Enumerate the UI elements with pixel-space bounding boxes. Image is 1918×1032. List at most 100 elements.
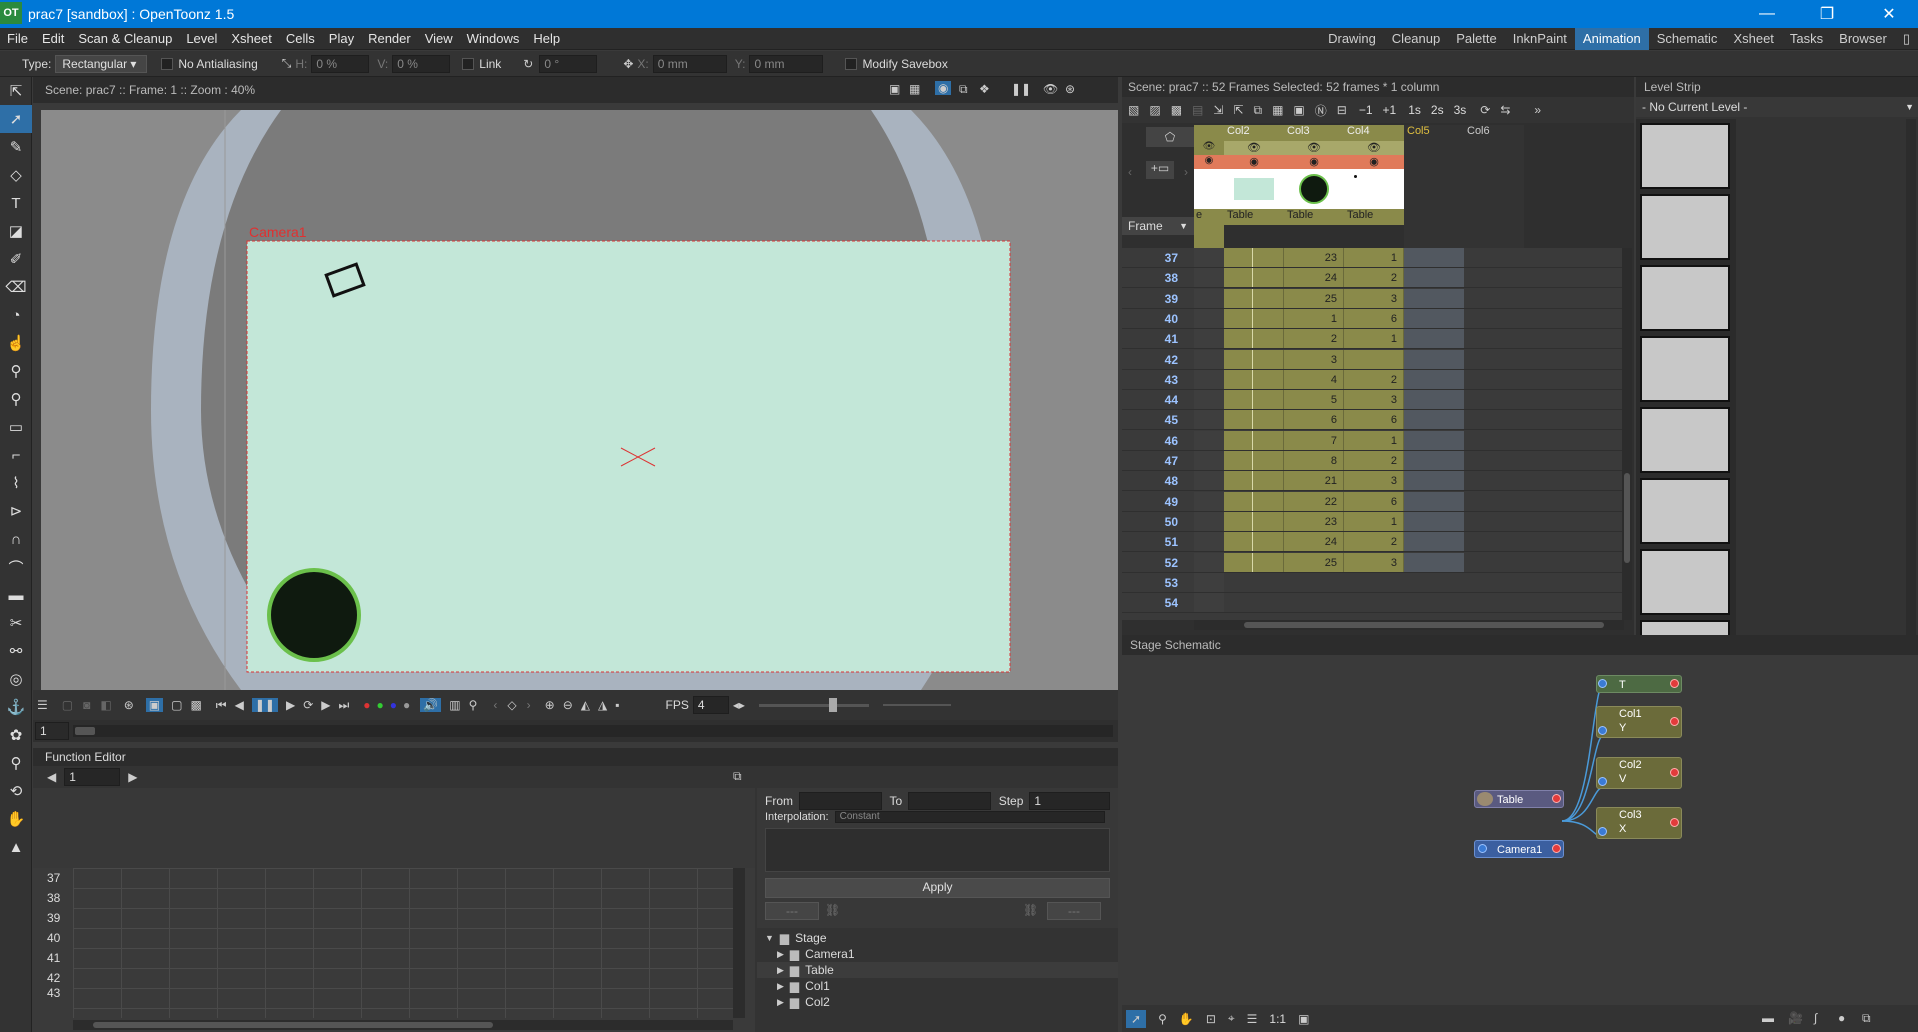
flip-v-icon[interactable]: ◮ bbox=[598, 698, 607, 712]
focus-current-icon[interactable]: ⌖ bbox=[1228, 1011, 1235, 1026]
toggle-view-icon[interactable]: ⧉ bbox=[733, 769, 742, 784]
new-toonz-raster-icon[interactable]: ▨ bbox=[1149, 103, 1160, 117]
cell-col5[interactable] bbox=[1404, 248, 1464, 267]
cell-c4[interactable]: 2 bbox=[1344, 451, 1404, 470]
compare-icon[interactable]: ◧ bbox=[100, 698, 111, 712]
cell-c2[interactable] bbox=[1224, 350, 1284, 369]
cell-col1[interactable] bbox=[1194, 289, 1224, 308]
level-strip-frames[interactable] bbox=[1636, 119, 1736, 637]
port-out-icon[interactable] bbox=[1670, 768, 1679, 777]
swing-icon[interactable]: ⇆ bbox=[1500, 103, 1510, 117]
cell-c3[interactable] bbox=[1284, 593, 1344, 612]
duplicate-icon[interactable]: ⧉ bbox=[1254, 103, 1263, 118]
tree-item-camera1[interactable]: ▶ ▆ Camera1 bbox=[757, 946, 1118, 962]
fps-field[interactable]: 4 bbox=[692, 696, 729, 714]
cell-c2[interactable] bbox=[1224, 593, 1284, 612]
port-out-icon[interactable] bbox=[1670, 679, 1679, 688]
key-icon[interactable]: ◇ bbox=[507, 698, 516, 712]
cell-c3[interactable]: 25 bbox=[1284, 553, 1344, 572]
cell-c2[interactable] bbox=[1224, 492, 1284, 511]
cell-col6[interactable] bbox=[1464, 593, 1524, 612]
cell-col6[interactable] bbox=[1464, 289, 1524, 308]
xsheet-row[interactable]: 37 23 1 bbox=[1122, 248, 1622, 268]
cell-col5[interactable] bbox=[1404, 390, 1464, 409]
hscroll-handle[interactable] bbox=[1244, 622, 1604, 628]
cell-col1[interactable] bbox=[1194, 370, 1224, 389]
bender-tool-icon[interactable]: ⌒ bbox=[0, 553, 32, 581]
eraser-tool-icon[interactable]: ⌫ bbox=[0, 273, 32, 301]
cell-c3[interactable]: 7 bbox=[1284, 431, 1344, 450]
control-point-editor-icon[interactable]: ⌐ bbox=[0, 441, 32, 469]
skeleton-tool-icon[interactable]: ⚯ bbox=[0, 637, 32, 665]
reset-view-icon[interactable]: ▪ bbox=[615, 698, 619, 712]
tree-item-col1[interactable]: ▶ ▆ Col1 bbox=[757, 978, 1118, 994]
expand-icon[interactable]: ▶ bbox=[777, 965, 784, 976]
histogram-icon[interactable]: ▥ bbox=[449, 698, 460, 712]
cell-col1[interactable] bbox=[1194, 553, 1224, 572]
function-spreadsheet[interactable]: 37 38 39 40 41 42 43 bbox=[33, 788, 755, 1032]
cell-col6[interactable] bbox=[1464, 309, 1524, 328]
frame-slider[interactable] bbox=[73, 725, 1113, 737]
new-column-icon[interactable]: +▭ bbox=[1146, 161, 1174, 179]
frame-field[interactable]: 1 bbox=[35, 722, 69, 740]
prev-icon[interactable]: ◀ bbox=[47, 770, 56, 784]
port-out-icon[interactable] bbox=[1670, 818, 1679, 827]
restore-icon[interactable]: ❐ bbox=[1804, 0, 1850, 28]
antialias-checkbox[interactable] bbox=[161, 57, 174, 70]
camera-stand-icon[interactable]: ◉ bbox=[935, 81, 952, 95]
blue-channel-icon[interactable]: ● bbox=[390, 698, 397, 712]
cell-col6[interactable] bbox=[1464, 512, 1524, 531]
zoom-out-icon[interactable]: ⊖ bbox=[563, 698, 573, 712]
cell-c2[interactable] bbox=[1224, 471, 1284, 490]
cell-c4[interactable]: 2 bbox=[1344, 370, 1404, 389]
camstand-toggle-icon[interactable]: 👁 bbox=[1284, 141, 1344, 155]
menu-play[interactable]: Play bbox=[322, 28, 361, 50]
cell-col1[interactable] bbox=[1194, 268, 1224, 287]
decrement-button[interactable]: −1 bbox=[1359, 103, 1373, 117]
xsheet-row[interactable]: 42 3 bbox=[1122, 350, 1622, 370]
freeze-icon[interactable]: ❚❚ bbox=[1011, 82, 1031, 96]
cell-c2[interactable] bbox=[1224, 370, 1284, 389]
bg-white-icon[interactable]: ▢ bbox=[171, 698, 182, 712]
level-strip-frame[interactable] bbox=[1640, 407, 1730, 473]
save-level-icon[interactable]: ⇱ bbox=[1233, 103, 1243, 117]
expand-icon[interactable]: ▶ bbox=[777, 981, 784, 992]
cell-c4[interactable]: 3 bbox=[1344, 390, 1404, 409]
cell-col1[interactable] bbox=[1194, 431, 1224, 450]
port-in-icon[interactable] bbox=[1598, 827, 1607, 836]
cell-c4[interactable] bbox=[1344, 573, 1404, 592]
cell-col6[interactable] bbox=[1464, 268, 1524, 287]
clone-icon[interactable]: ▦ bbox=[1272, 103, 1283, 117]
xsheet-row[interactable]: 43 4 2 bbox=[1122, 370, 1622, 390]
room-palette[interactable]: Palette bbox=[1448, 28, 1504, 50]
cell-col1[interactable] bbox=[1194, 390, 1224, 409]
column-header-col5[interactable]: Col5 bbox=[1404, 125, 1464, 255]
increment-button[interactable]: +1 bbox=[1383, 103, 1397, 117]
geometric-tool-icon[interactable]: ◇ bbox=[0, 161, 32, 189]
port-in-icon[interactable] bbox=[1598, 679, 1607, 688]
pinch-tool-icon[interactable]: ⌇ bbox=[0, 469, 32, 497]
next-key-icon[interactable]: › bbox=[527, 698, 531, 712]
modify-savebox-checkbox[interactable] bbox=[845, 57, 858, 70]
cell-c2[interactable] bbox=[1224, 329, 1284, 348]
menu-level[interactable]: Level bbox=[179, 28, 224, 50]
room-schematic[interactable]: Schematic bbox=[1649, 28, 1726, 50]
subcamera-preview-icon[interactable]: ⊛ bbox=[1065, 82, 1075, 96]
cell-c3[interactable]: 24 bbox=[1284, 268, 1344, 287]
column-header-col1-partial[interactable]: 👁 ◉ e bbox=[1194, 125, 1224, 255]
port-out-icon[interactable] bbox=[1552, 844, 1561, 853]
tape-tool-icon[interactable]: ◔ bbox=[0, 301, 32, 329]
cell-col1[interactable] bbox=[1194, 471, 1224, 490]
expand-icon[interactable]: ▶ bbox=[777, 997, 784, 1008]
more-icon[interactable]: » bbox=[1534, 103, 1541, 117]
level-strip-frame[interactable] bbox=[1640, 336, 1730, 402]
menu-edit[interactable]: Edit bbox=[35, 28, 71, 50]
plastic-tool-icon[interactable]: ✿ bbox=[0, 721, 32, 749]
flip-h-icon[interactable]: ◭ bbox=[581, 698, 590, 712]
xsheet-row[interactable]: 44 5 3 bbox=[1122, 390, 1622, 410]
room-browser[interactable]: Browser bbox=[1831, 28, 1895, 50]
prev-key-icon[interactable]: ‹ bbox=[493, 698, 497, 712]
xsheet-cell-area[interactable]: 37 23 1 38 24 2 39 25 3 40 1 6 41 2 1 42 3 43 4 2 44 5 3 45 6 6 46… bbox=[1122, 248, 1622, 620]
locator-icon[interactable]: ⚲ bbox=[469, 698, 478, 712]
load-level-icon[interactable]: ⇲ bbox=[1213, 103, 1223, 117]
